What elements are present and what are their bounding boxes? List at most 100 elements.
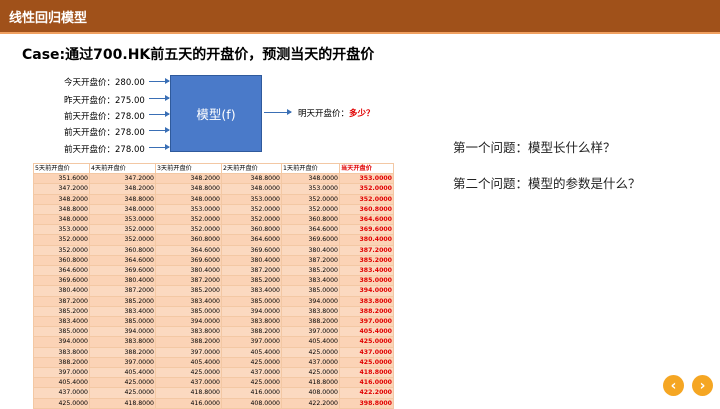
table-cell: 352.0000 <box>155 214 222 226</box>
col-header: 1天前开盘价 <box>281 162 340 175</box>
col-header: 3天前开盘价 <box>155 162 222 175</box>
table-cell: 385.2000 <box>155 285 222 297</box>
input-day-3: 前天开盘价：278.00 <box>64 112 145 122</box>
table-cell: 348.8000 <box>221 173 282 185</box>
table-row: 364.6000 369.6000 380.4000 387.2000 385.2000… <box>33 265 394 277</box>
table-row: 351.6000 347.2000 348.2000 348.8000 348.0000… <box>33 173 394 185</box>
table-cell: 397.0000 <box>221 336 282 348</box>
arrow-input-2 <box>149 95 170 101</box>
table-cell: 348.2000 <box>89 183 156 195</box>
table-cell: 388.2000 <box>281 316 340 328</box>
table-cell: 385.0000 <box>89 316 156 328</box>
arrow-output <box>264 109 292 115</box>
table-cell: 387.2000 <box>89 285 156 297</box>
table-cell: 408.0000 <box>281 387 340 399</box>
question-2: 第二个问题：模型的参数是什么？ <box>453 176 641 191</box>
input-yesterday: 昨天开盘价：275.00 <box>64 96 145 106</box>
table-cell: 353.0000 <box>155 203 222 216</box>
table-cell: 364.6000 <box>33 265 90 277</box>
table-cell: 348.0000 <box>155 193 222 205</box>
table-cell: 418.8000 <box>281 377 340 389</box>
table-cell: 405.4000 <box>155 356 222 369</box>
prev-slide-button[interactable]: ‹ <box>663 375 684 396</box>
table-cell-target: 398.8000 <box>339 397 394 409</box>
table-cell: 347.2000 <box>33 183 90 195</box>
table-cell: 425.0000 <box>89 387 156 399</box>
table-cell: 383.8000 <box>155 326 222 338</box>
table-cell-target: 360.8000 <box>339 203 394 216</box>
table-cell: 397.0000 <box>33 367 90 379</box>
table-cell: 369.6000 <box>281 234 340 246</box>
table-cell: 405.4000 <box>89 367 156 379</box>
table-cell: 380.4000 <box>281 244 340 256</box>
table-cell: 385.2000 <box>281 265 340 277</box>
table-cell: 394.0000 <box>281 295 340 307</box>
table-row: 369.6000 380.4000 387.2000 385.2000 383.4000… <box>33 275 394 287</box>
table-cell: 425.0000 <box>281 367 340 379</box>
table-cell: 385.2000 <box>89 295 156 307</box>
table-cell: 369.6000 <box>221 244 282 256</box>
input-day-4: 前天开盘价：278.00 <box>64 128 145 138</box>
table-cell: 352.0000 <box>155 224 222 236</box>
table-cell: 383.8000 <box>221 316 282 328</box>
table-cell: 352.0000 <box>221 214 282 226</box>
table-cell: 360.8000 <box>281 214 340 226</box>
table-cell-target: 385.2000 <box>339 254 394 267</box>
table-cell: 352.0000 <box>281 193 340 205</box>
table-cell-target: 385.0000 <box>339 275 394 287</box>
table-cell: 388.2000 <box>221 326 282 338</box>
table-cell: 364.6000 <box>89 254 156 267</box>
table-cell: 383.4000 <box>221 285 282 297</box>
table-row: 385.2000 383.4000 385.0000 394.0000 383.8000… <box>33 305 394 318</box>
table-row: 353.0000 352.0000 352.0000 360.8000 364.6000… <box>33 224 394 236</box>
table-cell: 380.4000 <box>221 254 282 267</box>
table-cell: 385.0000 <box>281 285 340 297</box>
table-cell: 387.2000 <box>33 295 90 307</box>
table-row: 383.8000 388.2000 397.0000 405.4000 425.0000… <box>33 346 394 358</box>
next-slide-button[interactable]: › <box>692 375 713 396</box>
table-cell: 416.0000 <box>221 387 282 399</box>
table-cell: 352.0000 <box>221 203 282 216</box>
table-cell: 353.0000 <box>281 183 340 195</box>
table-header-row: 5天前开盘价 4天前开盘价 3天前开盘价 2天前开盘价 1天前开盘价 当天开盘价 <box>33 162 394 175</box>
table-cell: 405.4000 <box>221 346 282 358</box>
table-cell-target: 422.2000 <box>339 387 394 399</box>
table-cell: 360.8000 <box>33 254 90 267</box>
arrow-input-1 <box>149 78 170 84</box>
table-cell: 380.4000 <box>155 265 222 277</box>
table-cell: 416.0000 <box>155 397 222 409</box>
table-cell: 385.2000 <box>33 305 90 318</box>
table-cell-target: 352.0000 <box>339 193 394 205</box>
table-cell: 353.0000 <box>89 214 156 226</box>
table-row: 437.0000 425.0000 418.8000 416.0000 408.0000… <box>33 387 394 399</box>
table-cell-target: 352.0000 <box>339 183 394 195</box>
table-cell: 385.2000 <box>221 275 282 287</box>
table-cell: 383.4000 <box>281 275 340 287</box>
table-cell: 369.6000 <box>33 275 90 287</box>
table-cell-target: 397.0000 <box>339 316 394 328</box>
table-cell: 352.0000 <box>281 203 340 216</box>
col-header: 5天前开盘价 <box>33 162 90 175</box>
table-cell: 353.0000 <box>221 193 282 205</box>
table-cell: 364.6000 <box>221 234 282 246</box>
table-cell: 388.2000 <box>33 356 90 369</box>
table-cell: 352.0000 <box>33 244 90 256</box>
input-today: 今天开盘价：280.00 <box>64 78 145 88</box>
table-row: 347.2000 348.2000 348.8000 348.0000 353.0000… <box>33 183 394 195</box>
table-row: 348.8000 348.0000 353.0000 352.0000 352.0000… <box>33 203 394 216</box>
table-cell: 348.8000 <box>89 193 156 205</box>
table-cell: 394.0000 <box>89 326 156 338</box>
table-cell: 394.0000 <box>155 316 222 328</box>
col-header: 4天前开盘价 <box>89 162 156 175</box>
table-cell: 418.8000 <box>155 387 222 399</box>
table-cell: 380.4000 <box>33 285 90 297</box>
arrow-input-5 <box>149 144 170 150</box>
table-cell: 380.4000 <box>89 275 156 287</box>
table-cell: 425.0000 <box>155 367 222 379</box>
table-row: 348.0000 353.0000 352.0000 352.0000 360.8000… <box>33 214 394 226</box>
price-table: 5天前开盘价 4天前开盘价 3天前开盘价 2天前开盘价 1天前开盘价 当天开盘价… <box>33 162 394 409</box>
table-cell: 383.4000 <box>33 316 90 328</box>
table-cell: 364.6000 <box>155 244 222 256</box>
table-cell: 418.8000 <box>89 397 156 409</box>
table-cell: 383.4000 <box>155 295 222 307</box>
